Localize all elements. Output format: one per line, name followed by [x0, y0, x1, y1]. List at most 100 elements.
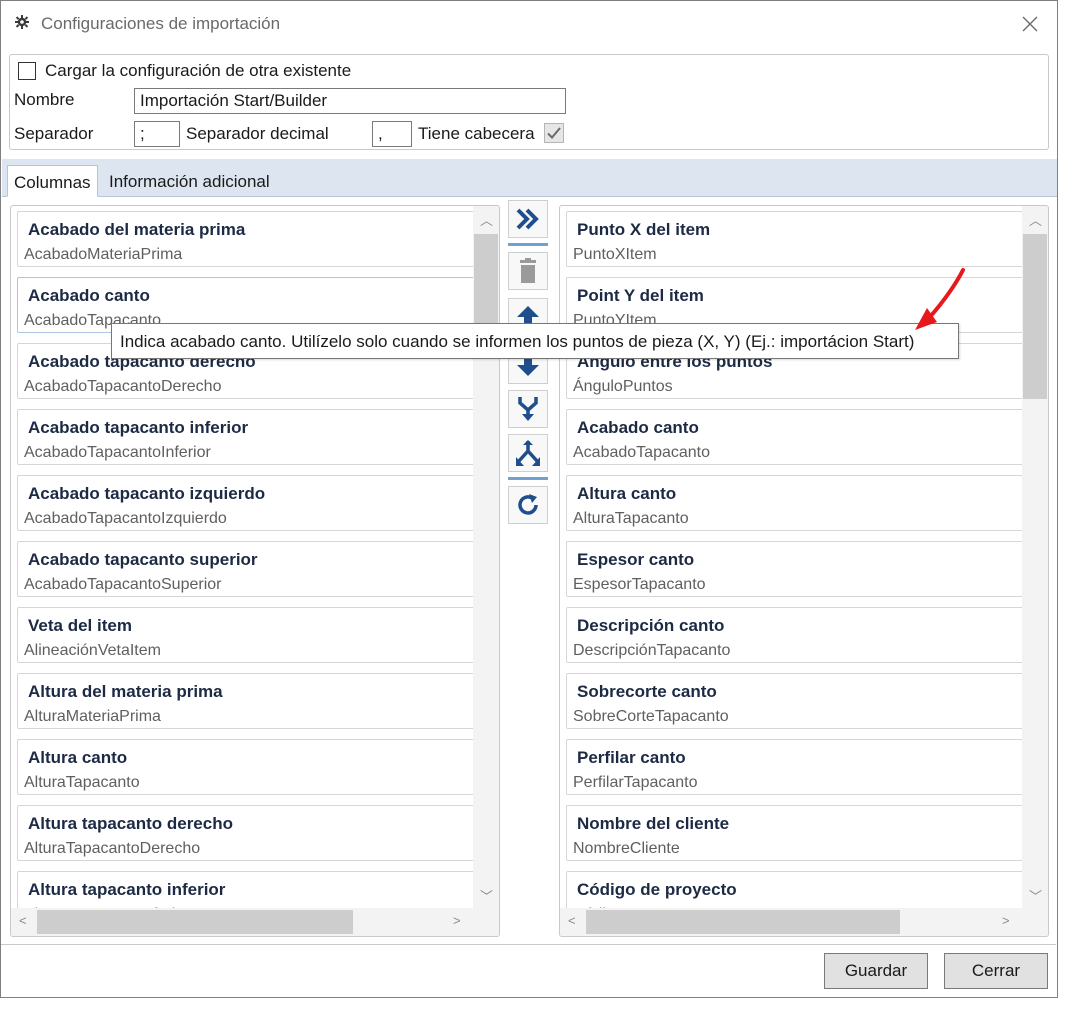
add-all-icon [516, 208, 539, 230]
list-item-title: Point Y del item [577, 286, 704, 305]
list-item-field: SobreCorteTapacanto [573, 708, 729, 725]
scroll-left-icon[interactable]: < [19, 913, 27, 928]
list-item-title: Espesor canto [577, 550, 695, 569]
tab-columnas[interactable]: Columnas [7, 165, 98, 197]
list-item-field: NombreCliente [573, 840, 680, 857]
list-item[interactable]: Nombre del cliente NombreCliente [566, 805, 1024, 861]
separator-input[interactable] [134, 121, 180, 147]
list-item-title: Acabado tapacanto izquierdo [28, 484, 266, 503]
close-button[interactable]: Cerrar [944, 953, 1048, 989]
close-icon[interactable] [1019, 13, 1041, 35]
list-item-title: Acabado del materia prima [28, 220, 246, 239]
name-input[interactable] [134, 88, 566, 114]
list-item[interactable]: Altura del materia prima AlturaMateriaPri… [17, 673, 475, 729]
title-bar: Configuraciones de importación [1, 1, 1057, 47]
list-item-field: AlineaciónVetaItem [24, 642, 161, 659]
footer-separator [1, 944, 1056, 945]
name-label: Nombre [14, 90, 75, 109]
refresh-icon [518, 494, 538, 515]
list-item-title: Altura tapacanto derecho [28, 814, 233, 833]
checkmark-icon [547, 127, 561, 139]
save-button[interactable]: Guardar [824, 953, 928, 989]
list-item-field: AcabadoTapacanto [573, 444, 710, 461]
column-tooltip: Indica acabado canto. Utilízelo solo cua… [111, 323, 959, 359]
list-item[interactable]: Punto X del item PuntoXItem [566, 211, 1024, 267]
available-columns-list[interactable]: Acabado del materia prima AcabadoMateriaP… [10, 205, 500, 937]
list-item-title: Altura canto [577, 484, 677, 503]
list-item[interactable]: Acabado tapacanto izquierdo AcabadoTapaca… [17, 475, 475, 531]
list-item-field: AcabadoTapacantoInferior [24, 444, 211, 461]
list-item-field: PuntoXItem [573, 246, 657, 263]
selected-columns-hscrollbar[interactable]: < > [560, 908, 1048, 936]
refresh-button[interactable] [508, 486, 548, 524]
list-item[interactable]: Veta del item AlineaciónVetaItem [17, 607, 475, 663]
list-item-title: Descripción canto [577, 616, 725, 635]
config-panel: Cargar la configuración de otra existent… [9, 54, 1049, 150]
annotation-arrow-icon [915, 268, 965, 330]
list-item-field: AcabadoMateriaPrima [24, 246, 183, 263]
scroll-up-icon[interactable]: ︿ [1029, 210, 1042, 229]
has-header-label: Tiene cabecera [418, 124, 535, 143]
list-item[interactable]: Descripción canto DescripciónTapacanto [566, 607, 1024, 663]
scroll-up-icon[interactable]: ︿ [480, 210, 493, 229]
load-existing-checkbox[interactable] [18, 62, 36, 80]
list-item[interactable]: Acabado canto AcabadoTapacanto [566, 409, 1024, 465]
add-all-button[interactable] [508, 200, 548, 238]
list-item-title: Altura del materia prima [28, 682, 223, 701]
selected-columns-list[interactable]: Punto X del item PuntoXItem Point Y del it… [559, 205, 1049, 937]
list-item-title: Veta del item [28, 616, 132, 635]
list-item[interactable]: Acabado tapacanto inferior AcabadoTapacan… [17, 409, 475, 465]
list-item-title: Código de proyecto [577, 880, 737, 899]
list-item-field: PerfilarTapacanto [573, 774, 698, 791]
list-item-field: AlturaMateriaPrima [24, 708, 161, 725]
list-item-title: Acabado canto [577, 418, 699, 437]
scroll-down-icon[interactable]: ﹀ [480, 886, 493, 905]
decimal-separator-input[interactable] [372, 121, 412, 147]
available-columns-vscrollbar[interactable]: ︿ ﹀ [473, 206, 499, 909]
scroll-thumb[interactable] [586, 910, 900, 934]
scroll-right-icon[interactable]: > [1002, 913, 1010, 928]
list-item-title: Punto X del item [577, 220, 711, 239]
selected-columns-vscrollbar[interactable]: ︿ ﹀ [1022, 206, 1048, 909]
list-item[interactable]: Acabado del materia prima AcabadoMateriaP… [17, 211, 475, 267]
list-item-title: Nombre del cliente [577, 814, 730, 833]
merge-button[interactable] [508, 390, 548, 428]
list-item-field: AlturaTapacanto [573, 510, 689, 527]
delete-icon [520, 258, 536, 283]
scroll-down-icon[interactable]: ﹀ [1029, 886, 1042, 905]
toolbar-separator [508, 243, 548, 246]
tab-bar: Columnas Información adicional [2, 159, 1057, 197]
has-header-checkbox[interactable] [544, 123, 564, 143]
scroll-thumb[interactable] [1023, 234, 1047, 399]
list-item-title: Altura tapacanto inferior [28, 880, 226, 899]
scroll-right-icon[interactable]: > [453, 913, 461, 928]
window-title: Configuraciones de importación [41, 14, 281, 33]
toolbar-separator [508, 477, 548, 480]
list-item-field: AlturaTapacanto [24, 774, 140, 791]
list-item-field: AcabadoTapacantoSuperior [24, 576, 222, 593]
available-columns-hscrollbar[interactable]: < > [11, 908, 499, 936]
tab-informacion-adicional[interactable]: Información adicional [103, 165, 276, 197]
gear-icon [15, 15, 29, 29]
list-item-title: Acabado tapacanto inferior [28, 418, 249, 437]
delete-button[interactable] [508, 252, 548, 290]
available-columns-items: Acabado del materia prima AcabadoMateriaP… [17, 211, 475, 936]
list-item[interactable]: Acabado tapacanto superior AcabadoTapacan… [17, 541, 475, 597]
list-item-field: AcabadoTapacantoDerecho [24, 378, 222, 395]
list-item[interactable]: Altura canto AlturaTapacanto [566, 475, 1024, 531]
list-item[interactable]: Sobrecorte canto SobreCorteTapacanto [566, 673, 1024, 729]
list-item[interactable]: Perfilar canto PerfilarTapacanto [566, 739, 1024, 795]
list-item-title: Perfilar canto [577, 748, 686, 767]
scroll-thumb[interactable] [37, 910, 353, 934]
scroll-left-icon[interactable]: < [568, 913, 576, 928]
split-button[interactable] [508, 434, 548, 472]
list-item[interactable]: Espesor canto EspesorTapacanto [566, 541, 1024, 597]
list-item[interactable]: Altura canto AlturaTapacanto [17, 739, 475, 795]
list-item[interactable]: Altura tapacanto derecho AlturaTapacantoD… [17, 805, 475, 861]
list-item-field: AlturaTapacantoDerecho [24, 840, 201, 857]
list-item-field: DescripciónTapacanto [573, 642, 731, 659]
list-item-field: EspesorTapacanto [573, 576, 706, 593]
merge-icon [518, 397, 538, 421]
separator-label: Separador [14, 124, 94, 143]
decimal-separator-label: Separador decimal [186, 124, 329, 143]
